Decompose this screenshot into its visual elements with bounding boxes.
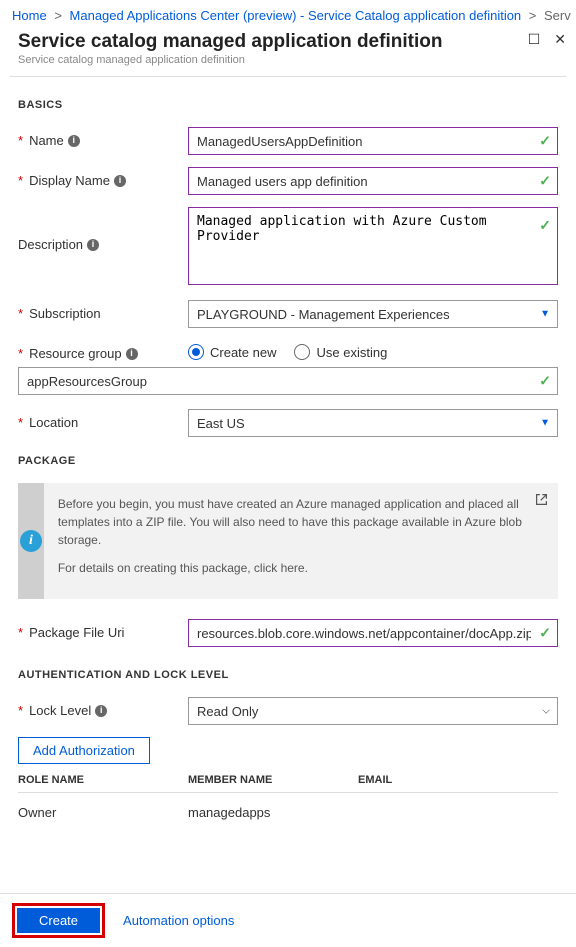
footer: Create Automation options: [0, 893, 576, 947]
th-email: EMAIL: [358, 774, 558, 786]
label-location: Location: [29, 415, 78, 430]
info-icon[interactable]: i: [87, 239, 99, 251]
info-text-1: Before you begin, you must have created …: [58, 495, 524, 549]
cell-role: Owner: [18, 805, 188, 820]
info-icon[interactable]: i: [68, 135, 80, 147]
section-auth: AUTHENTICATION AND LOCK LEVEL: [18, 669, 558, 681]
cell-member: managedapps: [188, 805, 358, 820]
required-marker: *: [18, 703, 23, 718]
breadcrumb-center[interactable]: Managed Applications Center (preview) - …: [70, 8, 522, 23]
required-marker: *: [18, 133, 23, 148]
location-select[interactable]: East US: [188, 409, 558, 437]
table-row: Owner managedapps: [18, 793, 558, 832]
radio-create-new[interactable]: Create new: [188, 344, 276, 360]
package-uri-input[interactable]: [188, 619, 558, 647]
radio-use-existing-label: Use existing: [316, 345, 387, 360]
label-subscription: Subscription: [29, 306, 101, 321]
info-box: i Before you begin, you must have create…: [18, 483, 558, 599]
label-display-name: Display Name: [29, 173, 110, 188]
th-member: MEMBER NAME: [188, 774, 358, 786]
label-resource-group: Resource group: [29, 346, 122, 361]
section-package: PACKAGE: [18, 455, 558, 467]
info-circle-icon: i: [20, 530, 42, 552]
chevron-right-icon: >: [50, 8, 66, 23]
name-input[interactable]: [188, 127, 558, 155]
popout-icon[interactable]: [535, 493, 548, 509]
info-icon[interactable]: i: [95, 705, 107, 717]
radio-create-new-label: Create new: [210, 345, 276, 360]
title-bar: Service catalog managed application defi…: [0, 29, 576, 76]
breadcrumb: Home > Managed Applications Center (prev…: [0, 0, 576, 29]
automation-options-link[interactable]: Automation options: [123, 913, 234, 928]
th-role: ROLE NAME: [18, 774, 188, 786]
breadcrumb-tail: Serv: [544, 8, 571, 23]
info-icon[interactable]: i: [126, 348, 138, 360]
description-input[interactable]: Managed application with Azure Custom Pr…: [188, 207, 558, 285]
info-text-2: For details on creating this package, cl…: [58, 559, 524, 577]
resource-group-input[interactable]: [18, 367, 558, 395]
cell-email: [358, 805, 558, 820]
label-package-uri: Package File Uri: [29, 625, 124, 640]
required-marker: *: [18, 306, 23, 321]
required-marker: *: [18, 625, 23, 640]
chevron-right-icon: >: [525, 8, 541, 23]
label-lock-level: Lock Level: [29, 703, 91, 718]
page-title: Service catalog managed application defi…: [18, 31, 564, 53]
page-subtitle: Service catalog managed application defi…: [18, 54, 564, 66]
add-authorization-button[interactable]: Add Authorization: [18, 737, 150, 764]
section-basics: BASICS: [18, 99, 558, 111]
label-description: Description: [18, 237, 83, 252]
info-icon[interactable]: i: [114, 175, 126, 187]
create-highlight-box: Create: [12, 903, 105, 938]
close-icon[interactable]: ✕: [554, 31, 566, 48]
maximize-icon[interactable]: ☐: [528, 31, 541, 48]
subscription-select[interactable]: PLAYGROUND - Management Experiences: [188, 300, 558, 328]
authorization-table: ROLE NAME MEMBER NAME EMAIL Owner manage…: [18, 774, 558, 832]
required-marker: *: [18, 415, 23, 430]
display-name-input[interactable]: [188, 167, 558, 195]
radio-use-existing[interactable]: Use existing: [294, 344, 387, 360]
required-marker: *: [18, 346, 23, 361]
breadcrumb-home[interactable]: Home: [12, 8, 47, 23]
label-name: Name: [29, 133, 64, 148]
lock-level-select[interactable]: Read Only: [188, 697, 558, 725]
required-marker: *: [18, 173, 23, 188]
create-button[interactable]: Create: [17, 908, 100, 933]
